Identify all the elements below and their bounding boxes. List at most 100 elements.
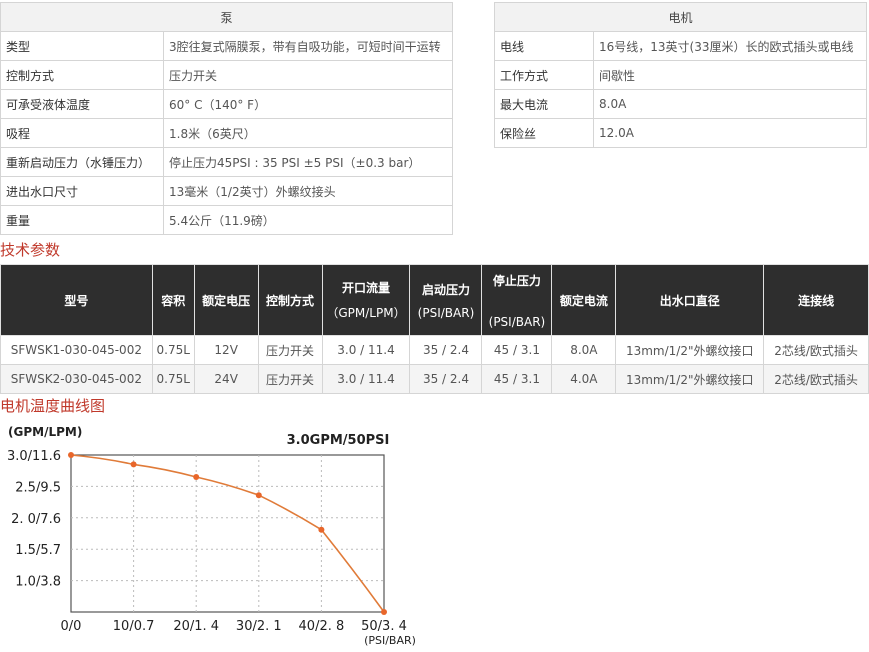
cell-outlet: 13mm/1/2"外螺纹接口 xyxy=(615,335,765,365)
data-point xyxy=(193,473,200,480)
pump-spec-table: 泵 类型 3腔往复式隔膜泵，带有自吸功能，可短时间干运转 控制方式 压力开关 可承受液体… xyxy=(0,2,453,235)
x-tick-label: 30/2. 1 xyxy=(236,619,282,634)
pump-spec-row: 重量 5.4公斤（11.9磅） xyxy=(0,205,453,235)
pump-spec-value: 13毫米（1/2英寸）外螺纹接头 xyxy=(163,176,453,206)
col-control: 控制方式 xyxy=(257,264,323,336)
cell-control: 压力开关 xyxy=(257,364,323,394)
tech-spec-table: 型号 容积 额定电压 控制方式 开口流量 （GPM/LPM） 启动压力 (PSI… xyxy=(0,264,869,394)
cell-voltage: 24V xyxy=(193,364,259,394)
col-rated-voltage: 额定电压 xyxy=(193,264,259,336)
cell-flow: 3.0 / 11.4 xyxy=(321,364,411,394)
y-tick-label: 3.0/11.6 xyxy=(7,449,61,464)
pump-spec-key: 吸程 xyxy=(0,118,164,148)
cell-connector: 2芯线/欧式插头 xyxy=(763,335,869,365)
pump-spec-row: 进出水口尺寸 13毫米（1/2英寸）外螺纹接头 xyxy=(0,176,453,206)
cell-current: 4.0A xyxy=(551,364,617,394)
cell-flow: 3.0 / 11.4 xyxy=(321,335,411,365)
pump-spec-key: 进出水口尺寸 xyxy=(0,176,164,206)
col-open-flow: 开口流量 （GPM/LPM） xyxy=(321,264,411,336)
data-point xyxy=(318,526,325,533)
motor-header: 电机 xyxy=(494,2,867,32)
col-volume: 容积 xyxy=(151,264,195,336)
table-row: SFWSK2-030-045-002 0.75L 24V 压力开关 3.0 / 11.4… xyxy=(0,364,869,394)
flow-pressure-chart: 3.0/11.6 2.5/9.5 2. 0/7.6 1.5/5.7 1.0/3.8 0/0… xyxy=(7,425,416,647)
y-tick-label: 1.0/3.8 xyxy=(15,575,61,590)
pump-spec-key: 可承受液体温度 xyxy=(0,89,164,119)
chart-title: 3.0GPM/50PSI xyxy=(287,433,390,448)
pump-spec-row: 吸程 1.8米（6英尺） xyxy=(0,118,453,148)
pump-spec-key: 重新启动压力（水锤压力） xyxy=(0,147,164,177)
cell-volume: 0.75L xyxy=(151,364,195,394)
pump-spec-value: 5.4公斤（11.9磅） xyxy=(163,205,453,235)
motor-spec-table: 电机 电线 16号线，13英寸(33厘米）长的欧式插头或电线 工作方式 间歇性 最大电流… xyxy=(494,2,867,148)
motor-spec-key: 电线 xyxy=(494,31,594,61)
pump-spec-row: 类型 3腔往复式隔膜泵，带有自吸功能，可短时间干运转 xyxy=(0,31,453,61)
cell-start: 35 / 2.4 xyxy=(409,364,483,394)
motor-spec-value: 16号线，13英寸(33厘米）长的欧式插头或电线 xyxy=(593,31,867,61)
x-tick-label: 20/1. 4 xyxy=(173,619,219,634)
pump-spec-row: 控制方式 压力开关 xyxy=(0,60,453,90)
data-point xyxy=(255,492,262,499)
pump-spec-value: 3腔往复式隔膜泵，带有自吸功能，可短时间干运转 xyxy=(163,31,453,61)
y-tick-label: 2. 0/7.6 xyxy=(11,512,61,527)
pump-spec-value: 压力开关 xyxy=(163,60,453,90)
cell-stop: 45 / 3.1 xyxy=(481,364,553,394)
motor-spec-value: 12.0A xyxy=(593,118,867,148)
cell-start: 35 / 2.4 xyxy=(409,335,483,365)
col-start-pressure-unit: (PSI/BAR) xyxy=(417,305,475,320)
pump-spec-key: 控制方式 xyxy=(0,60,164,90)
col-start-pressure-label: 启动压力 xyxy=(421,282,470,297)
y-axis-label: (GPM/LPM) xyxy=(8,425,82,439)
y-tick-label: 1.5/5.7 xyxy=(15,543,61,558)
plot-frame xyxy=(70,454,385,613)
pump-spec-value: 1.8米（6英尺） xyxy=(163,118,453,148)
cell-outlet: 13mm/1/2"外螺纹接口 xyxy=(615,364,765,394)
col-outlet: 出水口直径 xyxy=(615,264,765,336)
motor-spec-key: 工作方式 xyxy=(494,60,594,90)
pump-spec-key: 重量 xyxy=(0,205,164,235)
col-model: 型号 xyxy=(0,264,153,336)
pump-spec-row: 重新启动压力（水锤压力） 停止压力45PSI : 35 PSI ±5 PSI（±0… xyxy=(0,147,453,177)
table-row: SFWSK1-030-045-002 0.75L 12V 压力开关 3.0 / 11.4… xyxy=(0,335,869,365)
curve-section-title: 电机温度曲线图 xyxy=(0,397,106,415)
data-point xyxy=(381,609,387,615)
col-rated-current: 额定电流 xyxy=(551,264,617,336)
motor-spec-key: 最大电流 xyxy=(494,89,594,119)
y-tick-label: 2.5/9.5 xyxy=(15,480,61,495)
motor-spec-row: 电线 16号线，13英寸(33厘米）长的欧式插头或电线 xyxy=(494,31,867,61)
cell-connector: 2芯线/欧式插头 xyxy=(763,364,869,394)
motor-spec-row: 保险丝 12.0A xyxy=(494,118,867,148)
x-tick-label: 10/0.7 xyxy=(113,619,155,634)
cell-volume: 0.75L xyxy=(151,335,195,365)
x-tick-label: 50/3. 4 xyxy=(361,619,407,634)
cell-control: 压力开关 xyxy=(257,335,323,365)
tech-section-title: 技术参数 xyxy=(0,241,61,259)
col-open-flow-unit: （GPM/LPM） xyxy=(326,306,406,320)
cell-current: 8.0A xyxy=(551,335,617,365)
pump-spec-key: 类型 xyxy=(0,31,164,61)
cell-voltage: 12V xyxy=(193,335,259,365)
cell-model: SFWSK1-030-045-002 xyxy=(0,335,153,365)
motor-spec-row: 最大电流 8.0A xyxy=(494,89,867,119)
motor-spec-row: 工作方式 间歇性 xyxy=(494,60,867,90)
motor-spec-value: 8.0A xyxy=(593,89,867,119)
col-connector: 连接线 xyxy=(763,264,869,336)
x-axis-label: (PSI/BAR) xyxy=(364,634,416,647)
col-open-flow-label: 开口流量 xyxy=(341,281,390,295)
cell-model: SFWSK2-030-045-002 xyxy=(0,364,153,394)
col-start-pressure: 启动压力 (PSI/BAR) xyxy=(409,264,483,336)
col-stop-pressure-unit: (PSI/BAR) xyxy=(488,314,546,329)
x-tick-label: 40/2. 8 xyxy=(299,619,345,634)
pump-spec-row: 可承受液体温度 60° C（140° F） xyxy=(0,89,453,119)
data-point xyxy=(68,452,74,458)
pump-spec-value: 60° C（140° F） xyxy=(163,89,453,119)
col-stop-pressure: 停止压力 (PSI/BAR) xyxy=(481,264,553,336)
motor-spec-value: 间歇性 xyxy=(593,60,867,90)
data-point xyxy=(130,461,137,468)
pump-header: 泵 xyxy=(0,2,453,32)
cell-stop: 45 / 3.1 xyxy=(481,335,553,365)
motor-spec-key: 保险丝 xyxy=(494,118,594,148)
pump-spec-value: 停止压力45PSI : 35 PSI ±5 PSI（±0.3 bar） xyxy=(163,147,453,177)
col-stop-pressure-label: 停止压力 xyxy=(492,273,541,288)
x-tick-label: 0/0 xyxy=(61,619,82,634)
